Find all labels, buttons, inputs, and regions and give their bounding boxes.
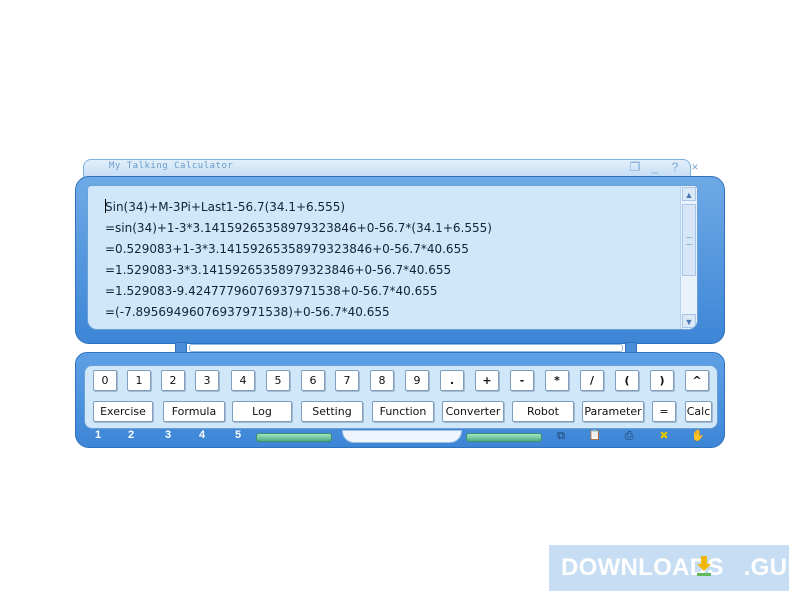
- calc-button[interactable]: Calc: [685, 401, 712, 422]
- parameter-button[interactable]: Parameter: [582, 401, 644, 422]
- display-frame: Sin(34)+M-3Pi+Last1-56.7(34.1+6.555) =si…: [75, 176, 725, 344]
- minimize-icon[interactable]: _: [647, 159, 663, 175]
- page-2-tab[interactable]: 2: [128, 429, 134, 441]
- key-8[interactable]: 8: [370, 370, 394, 391]
- print-icon[interactable]: ⎙: [622, 429, 636, 443]
- key-5[interactable]: 5: [266, 370, 290, 391]
- key-4[interactable]: 4: [231, 370, 255, 391]
- key-9[interactable]: 9: [405, 370, 429, 391]
- expression-line: =1.529083-3*3.14159265358979323846+0-56.…: [105, 263, 452, 277]
- exercise-button[interactable]: Exercise: [93, 401, 153, 422]
- key-multiply[interactable]: *: [545, 370, 569, 391]
- scroll-thumb[interactable]: [682, 204, 696, 276]
- key-1[interactable]: 1: [127, 370, 151, 391]
- download-arrow-icon: [697, 556, 711, 576]
- title-bar[interactable]: My Talking Calculator ❐ _ ? ×: [75, 158, 725, 182]
- expression-line: =(-7.89569496076937971538)+0-56.7*40.655: [105, 305, 390, 319]
- copy-icon[interactable]: ⧉: [554, 429, 568, 443]
- key-0[interactable]: 0: [93, 370, 117, 391]
- expression-line: =0.529083+1-3*3.14159265358979323846+0-5…: [105, 242, 469, 256]
- connector-bar: [189, 344, 623, 352]
- expression-line: =sin(34)+1-3*3.14159265358979323846+0-56…: [105, 221, 492, 235]
- key-divide[interactable]: /: [580, 370, 604, 391]
- converter-button[interactable]: Converter: [442, 401, 504, 422]
- display-lines: Sin(34)+M-3Pi+Last1-56.7(34.1+6.555) =si…: [105, 197, 492, 323]
- scroll-up-icon[interactable]: ▲: [682, 187, 696, 201]
- vertical-scrollbar[interactable]: ▲ ▼: [680, 186, 697, 329]
- setting-button[interactable]: Setting: [301, 401, 363, 422]
- key-6[interactable]: 6: [301, 370, 325, 391]
- expression-display[interactable]: Sin(34)+M-3Pi+Last1-56.7(34.1+6.555) =si…: [87, 185, 698, 330]
- close-icon[interactable]: ×: [687, 159, 703, 175]
- clear-icon[interactable]: ✖: [657, 429, 671, 443]
- page-5-tab[interactable]: 5: [235, 429, 241, 441]
- log-button[interactable]: Log: [232, 401, 292, 422]
- scroll-grip: [686, 237, 692, 245]
- key-7[interactable]: 7: [335, 370, 359, 391]
- calculator-window: My Talking Calculator ❐ _ ? × Sin(34)+M-…: [75, 158, 725, 448]
- page-3-tab[interactable]: 3: [165, 429, 171, 441]
- key-2[interactable]: 2: [161, 370, 185, 391]
- function-button[interactable]: Function: [372, 401, 434, 422]
- key-open-paren[interactable]: (: [615, 370, 639, 391]
- bottom-toolbar: 1 2 3 4 5 ⧉ 📋 ⎙ ✖ ✋: [84, 429, 716, 445]
- formula-button[interactable]: Formula: [163, 401, 225, 422]
- key-plus[interactable]: +: [475, 370, 499, 391]
- center-handle[interactable]: [342, 430, 462, 443]
- paste-icon[interactable]: 📋: [588, 429, 602, 443]
- expression-line: =1.529083-9.42477796076937971538+0-56.7*…: [105, 284, 438, 298]
- page-4-tab[interactable]: 4: [199, 429, 205, 441]
- restore-icon[interactable]: ❐: [627, 159, 643, 175]
- key-close-paren[interactable]: ): [650, 370, 674, 391]
- watermark: DOWNLOADS.GURU: [549, 545, 800, 591]
- keypad-frame: 0 1 2 3 4 5 6 7 8 9 . + - * / ( ) ^ Exer…: [75, 352, 725, 448]
- help-icon[interactable]: ?: [667, 159, 683, 175]
- key-decimal[interactable]: .: [440, 370, 464, 391]
- panel-connector: [175, 342, 637, 356]
- key-power[interactable]: ^: [685, 370, 709, 391]
- hand-icon[interactable]: ✋: [691, 429, 705, 443]
- window-title: My Talking Calculator: [109, 161, 234, 171]
- watermark-text: DOWNLOADS.GURU: [561, 554, 800, 581]
- equals-button[interactable]: =: [652, 401, 676, 422]
- robot-button[interactable]: Robot: [512, 401, 574, 422]
- right-slider[interactable]: [466, 433, 542, 442]
- page-1-tab[interactable]: 1: [95, 429, 101, 441]
- scroll-down-icon[interactable]: ▼: [682, 314, 696, 328]
- key-3[interactable]: 3: [195, 370, 219, 391]
- left-slider[interactable]: [256, 433, 332, 442]
- keypad: 0 1 2 3 4 5 6 7 8 9 . + - * / ( ) ^ Exer…: [84, 365, 718, 429]
- key-minus[interactable]: -: [510, 370, 534, 391]
- expression-line: Sin(34)+M-3Pi+Last1-56.7(34.1+6.555): [105, 199, 346, 214]
